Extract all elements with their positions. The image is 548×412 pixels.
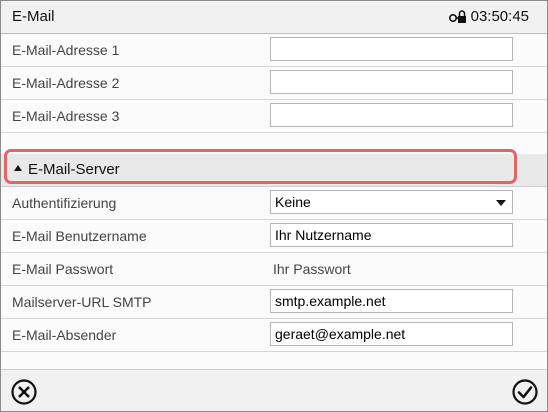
email-address-1-input[interactable] xyxy=(270,37,513,61)
email-address-3-label: E-Mail-Adresse 3 xyxy=(12,108,120,124)
email-address-2-input[interactable] xyxy=(270,70,513,94)
smtp-url-row: Mailserver-URL SMTP smtp.example.net xyxy=(1,286,547,319)
sender-label: E-Mail-Absender xyxy=(12,327,117,343)
authentication-row: Authentifizierung Keine xyxy=(1,187,547,220)
cancel-button[interactable] xyxy=(10,378,38,406)
email-server-section-header[interactable]: E-Mail-Server xyxy=(1,154,547,187)
email-address-3-row: E-Mail-Adresse 3 xyxy=(1,100,547,133)
password-label: E-Mail Passwort xyxy=(12,261,114,277)
password-row: E-Mail Passwort Ihr Passwort xyxy=(1,253,547,286)
lock-icon xyxy=(448,9,466,23)
username-row: E-Mail Benutzername Ihr Nutzername xyxy=(1,220,547,253)
username-input[interactable]: Ihr Nutzername xyxy=(270,223,513,247)
smtp-url-input[interactable]: smtp.example.net xyxy=(270,289,513,313)
email-address-1-row: E-Mail-Adresse 1 xyxy=(1,34,547,67)
email-address-2-row: E-Mail-Adresse 2 xyxy=(1,67,547,100)
email-server-section-label: E-Mail-Server xyxy=(28,161,120,178)
clock-time: 03:50:45 xyxy=(470,8,529,25)
authentication-select[interactable]: Keine xyxy=(270,190,513,214)
confirm-circle-check-icon xyxy=(512,379,538,405)
cancel-circle-x-icon xyxy=(11,379,37,405)
confirm-button[interactable] xyxy=(511,378,539,406)
page-title: E-Mail xyxy=(12,8,55,25)
sender-row: E-Mail-Absender geraet@example.net xyxy=(1,319,547,352)
authentication-label: Authentifizierung xyxy=(12,195,117,211)
authentication-value: Keine xyxy=(275,194,311,210)
email-address-3-input[interactable] xyxy=(270,103,513,127)
email-address-1-label: E-Mail-Adresse 1 xyxy=(12,42,120,58)
email-address-2-label: E-Mail-Adresse 2 xyxy=(12,75,120,91)
title-bar: E-Mail 03:50:45 xyxy=(1,1,547,34)
dropdown-caret-icon xyxy=(496,200,506,206)
email-settings-screen: E-Mail 03:50:45 E-Mail-Adresse 1 E-Mail-… xyxy=(0,0,548,412)
footer-bar xyxy=(1,369,547,411)
username-label: E-Mail Benutzername xyxy=(12,228,147,244)
password-value: Ihr Passwort xyxy=(273,261,351,277)
collapse-triangle-icon xyxy=(14,165,22,172)
smtp-url-label: Mailserver-URL SMTP xyxy=(12,294,152,310)
sender-input[interactable]: geraet@example.net xyxy=(270,322,513,346)
status-area: 03:50:45 xyxy=(448,8,529,25)
